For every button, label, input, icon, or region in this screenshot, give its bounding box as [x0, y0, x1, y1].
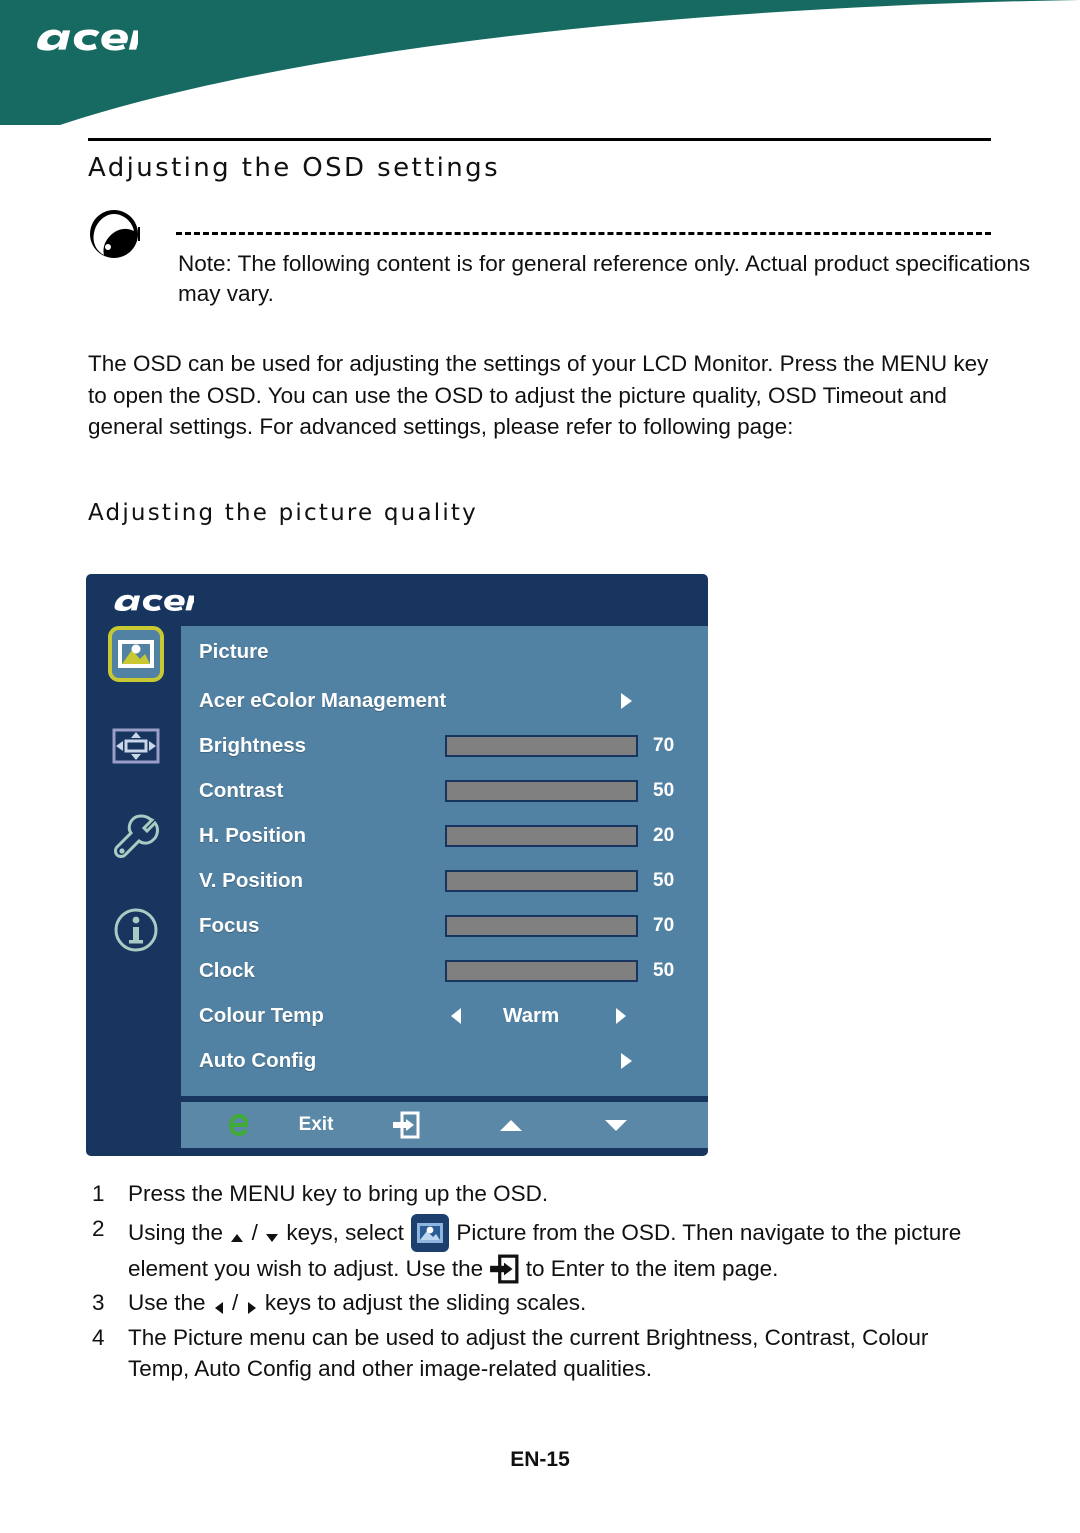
osd-slider[interactable] — [445, 869, 638, 892]
step-text-a: Using the — [128, 1219, 230, 1245]
step-number: 3 — [92, 1290, 105, 1315]
step-text-a: Use the — [128, 1290, 212, 1315]
osd-row-label: Colour Temp — [199, 1003, 324, 1027]
osd-menu-title-row: Picture — [181, 626, 708, 678]
osd-row-label: H. Position — [199, 823, 307, 847]
osd-footer-bar: Exit — [181, 1102, 708, 1148]
page-title: Adjusting the OSD settings — [88, 153, 501, 183]
osd-slider[interactable] — [445, 779, 638, 802]
chevron-left-icon[interactable] — [451, 1007, 461, 1024]
steps-list: 1 Press the MENU key to bring up the OSD… — [88, 1178, 993, 1388]
step-text-d: to Enter to the item page. — [519, 1255, 779, 1281]
acer-logo — [37, 29, 138, 51]
osd-row-focus[interactable]: Focus 70 — [181, 903, 708, 948]
step-text-b: keys, select — [280, 1219, 411, 1245]
chevron-right-icon[interactable] — [616, 1007, 626, 1024]
right-triangle-icon — [247, 1302, 256, 1314]
header-curve-shape — [0, 0, 1080, 125]
step-number: 1 — [92, 1181, 105, 1206]
enter-button[interactable] — [386, 1102, 426, 1148]
osd-row-label: V. Position — [199, 868, 304, 892]
page-header-band — [0, 0, 1080, 125]
step-number: 2 — [92, 1215, 105, 1241]
acer-logo — [114, 594, 194, 612]
osd-screenshot: Picture Acer eColor Management Brightnes… — [86, 574, 708, 1156]
osd-row-ecolor[interactable]: Acer eColor Management — [181, 678, 708, 723]
osd-row-label: Clock — [199, 958, 255, 982]
up-arrow-icon — [500, 1119, 522, 1131]
down-triangle-icon — [266, 1233, 279, 1242]
osd-slider[interactable] — [445, 914, 638, 937]
page-number: EN-15 — [510, 1448, 570, 1471]
chevron-right-icon[interactable] — [621, 692, 632, 709]
exit-label: Exit — [298, 1114, 334, 1135]
sidebar-wrench-icon[interactable] — [108, 810, 164, 866]
enter-badge-icon — [490, 1254, 519, 1283]
intro-paragraph: The OSD can be used for adjusting the se… — [88, 351, 989, 439]
step-text: Press the MENU key to bring up the OSD. — [128, 1181, 549, 1206]
exit-button[interactable]: Exit — [281, 1102, 351, 1148]
step-text-b: keys to adjust the sliding scales. — [258, 1290, 587, 1315]
section-subtitle: Adjusting the picture quality — [88, 500, 478, 526]
list-item: 3 Use the / keys to adjust the sliding s… — [88, 1287, 993, 1319]
note-text: Note: The following content is for gener… — [178, 251, 1031, 306]
list-item: 2 Using the / keys, select Picture from … — [88, 1213, 993, 1285]
osd-slider-value: 20 — [653, 824, 675, 846]
osd-slider-value: 70 — [653, 734, 675, 756]
list-item: 4 The Picture menu can be used to adjust… — [88, 1322, 993, 1385]
enter-icon — [393, 1111, 420, 1139]
osd-row-contrast[interactable]: Contrast 50 — [181, 768, 708, 813]
up-button[interactable] — [491, 1102, 531, 1148]
osd-row-brightness[interactable]: Brightness 70 — [181, 723, 708, 768]
osd-sidebar — [86, 622, 181, 1156]
osd-slider[interactable] — [445, 734, 638, 757]
down-button[interactable] — [596, 1102, 636, 1148]
step-sep-1: / — [225, 1290, 245, 1315]
osd-titlebar — [86, 574, 708, 622]
osd-option-value: Warm — [503, 1003, 560, 1027]
osd-row-h-position[interactable]: H. Position 20 — [181, 813, 708, 858]
osd-row-label: Focus — [199, 913, 260, 937]
osd-row-label: Acer eColor Management — [199, 688, 447, 712]
sidebar-info-icon[interactable] — [108, 902, 164, 958]
step-sep-1: / — [245, 1219, 265, 1245]
note-divider — [176, 232, 991, 235]
list-item: 1 Press the MENU key to bring up the OSD… — [88, 1178, 993, 1210]
osd-slider-value: 50 — [653, 959, 675, 981]
title-rule — [88, 138, 991, 141]
osd-row-v-position[interactable]: V. Position 50 — [181, 858, 708, 903]
osd-slider-value: 50 — [653, 779, 675, 801]
sidebar-position-icon[interactable] — [108, 718, 164, 774]
left-triangle-icon — [214, 1302, 223, 1314]
osd-menu-panel: Picture Acer eColor Management Brightnes… — [181, 626, 708, 1096]
osd-row-clock[interactable]: Clock 50 — [181, 948, 708, 993]
picture-badge-icon — [411, 1213, 450, 1252]
osd-menu-title: Picture — [199, 640, 269, 663]
osd-row-colour-temp[interactable]: Colour Temp Warm — [181, 993, 708, 1038]
step-text: The Picture menu can be used to adjust t… — [128, 1324, 929, 1382]
sidebar-picture-icon[interactable] — [108, 626, 164, 682]
osd-row-auto-config[interactable]: Auto Config — [181, 1038, 708, 1083]
osd-slider-value: 70 — [653, 914, 675, 936]
acer-note-icon — [90, 210, 140, 258]
down-arrow-icon — [605, 1119, 627, 1131]
osd-slider[interactable] — [445, 959, 638, 982]
osd-row-label: Brightness — [199, 733, 307, 757]
ecolor-e-icon — [229, 1114, 248, 1136]
osd-slider-value: 50 — [653, 869, 675, 891]
chevron-right-icon[interactable] — [621, 1052, 632, 1069]
step-number: 4 — [92, 1324, 105, 1350]
osd-slider[interactable] — [445, 824, 638, 847]
ecolor-e-button[interactable] — [223, 1102, 257, 1148]
osd-rows: Picture Acer eColor Management Brightnes… — [181, 626, 708, 1083]
up-triangle-icon — [231, 1233, 244, 1242]
osd-row-label: Contrast — [199, 778, 284, 802]
osd-row-label: Auto Config — [199, 1048, 317, 1072]
